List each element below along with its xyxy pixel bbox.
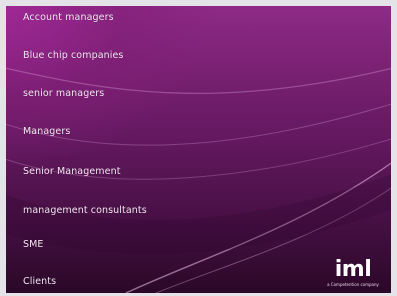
slide-canvas: Account managers Blue chip companies sen… [6,6,391,293]
menu-item-management-consultants[interactable]: management consultants [23,205,147,216]
menu-item-sme[interactable]: SME [23,239,44,250]
menu-item-senior-managers[interactable]: senior managers [23,88,104,99]
menu-item-blue-chip-companies[interactable]: Blue chip companies [23,50,123,61]
menu-item-account-managers[interactable]: Account managers [23,12,114,23]
menu-item-senior-management[interactable]: Senior Management [23,166,121,177]
menu-item-clients[interactable]: Clients [23,276,56,287]
slide-frame: Account managers Blue chip companies sen… [0,0,397,296]
menu-list: Account managers Blue chip companies sen… [6,6,391,293]
logo-mark: iml [334,257,372,282]
logo-tagline: a Competention company [327,282,379,287]
iml-logo: iml a Competention company [325,257,381,288]
menu-item-managers[interactable]: Managers [23,126,70,137]
